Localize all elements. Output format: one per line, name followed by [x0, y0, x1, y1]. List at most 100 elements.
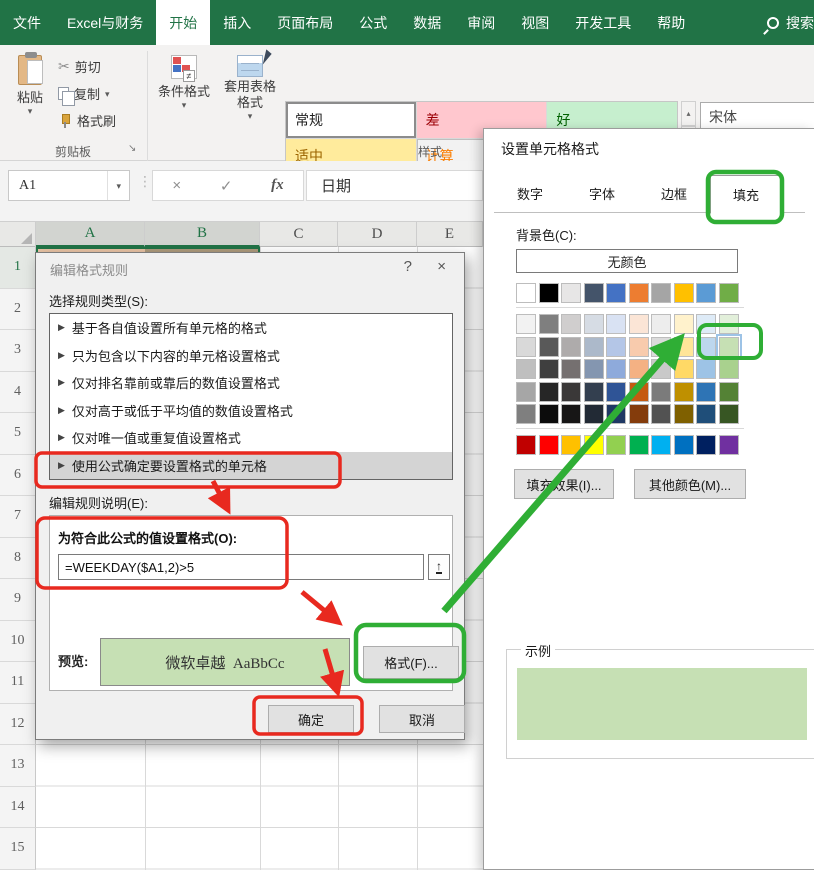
rule-type-item[interactable]: ▶仅对高于或低于平均值的数值设置格式 [50, 397, 452, 425]
color-swatch-548235[interactable] [719, 382, 739, 402]
ribbon-tab-文件[interactable]: 文件 [0, 0, 54, 45]
rule-type-item[interactable]: ▶只为包含以下内容的单元格设置格式 [50, 342, 452, 370]
row-header-11[interactable]: 11 [0, 662, 36, 704]
color-swatch-d9e2f3[interactable] [606, 314, 626, 334]
conditional-formatting-button[interactable]: ≠ 条件格式 ▾ [150, 55, 218, 108]
color-swatch-7f7f7f[interactable] [516, 404, 536, 424]
color-swatch-7b7b7b[interactable] [651, 382, 671, 402]
color-swatch-8eaadb[interactable] [606, 359, 626, 379]
column-header-D[interactable]: D [338, 222, 417, 247]
ribbon-tab-开始[interactable]: 开始 [156, 0, 210, 45]
ribbon-tab-开发工具[interactable]: 开发工具 [562, 0, 644, 45]
format-as-table-button[interactable]: 套用表格格式 ▾ [218, 55, 282, 119]
color-swatch-c6e0b4[interactable] [719, 337, 739, 357]
color-swatch-ed7d31[interactable] [629, 283, 649, 303]
name-box[interactable]: A1 ▾ [8, 170, 130, 201]
color-swatch-000000[interactable] [539, 283, 559, 303]
search-box[interactable]: 搜索 [767, 0, 814, 45]
paste-button[interactable]: 粘贴 ▾ [8, 55, 52, 114]
color-swatch-ffe599[interactable] [674, 337, 694, 357]
row-header-4[interactable]: 4 [0, 372, 36, 414]
formula-input[interactable]: 日期 [306, 170, 483, 201]
tab-字体[interactable]: 字体 [566, 175, 638, 212]
color-swatch-3f3f3f[interactable] [539, 359, 559, 379]
cancel-button[interactable]: 取消 [379, 705, 465, 733]
cut-button[interactable]: ✂ 剪切 [58, 57, 101, 76]
no-color-button[interactable]: 无颜色 [516, 249, 738, 273]
color-swatch-5b9bd5[interactable] [696, 283, 716, 303]
color-swatch-7030a0[interactable] [719, 435, 739, 455]
color-swatch-c55a11[interactable] [629, 382, 649, 402]
color-swatch-b4c6e7[interactable] [606, 337, 626, 357]
ribbon-tab-视图[interactable]: 视图 [508, 0, 562, 45]
color-swatch-525252[interactable] [651, 404, 671, 424]
row-header-15[interactable]: 15 [0, 828, 36, 870]
insert-function-icon[interactable]: fx [271, 177, 284, 194]
copy-button[interactable]: 复制 ▾ [58, 84, 110, 103]
cancel-entry-icon[interactable]: × [172, 177, 181, 194]
select-all-corner[interactable] [0, 222, 36, 247]
tab-边框[interactable]: 边框 [638, 175, 710, 212]
color-swatch-0070c0[interactable] [674, 435, 694, 455]
color-swatch-acb9ca[interactable] [584, 337, 604, 357]
color-swatch-1f4e79[interactable] [696, 404, 716, 424]
tab-填充[interactable]: 填充 [710, 175, 782, 214]
row-header-10[interactable]: 10 [0, 621, 36, 663]
color-swatch-333f4f[interactable] [584, 382, 604, 402]
color-swatch-deebf7[interactable] [696, 314, 716, 334]
ribbon-tab-数据[interactable]: 数据 [400, 0, 454, 45]
color-swatch-d6dce4[interactable] [584, 314, 604, 334]
color-swatch-70ad47[interactable] [719, 283, 739, 303]
format-painter-button[interactable]: 格式刷 [58, 111, 116, 130]
color-swatch-ff0000[interactable] [539, 435, 559, 455]
color-swatch-757070[interactable] [561, 359, 581, 379]
clipboard-dialog-launcher-icon[interactable]: ↘ [128, 143, 136, 154]
row-header-1[interactable]: 1 [0, 247, 36, 289]
rule-type-item[interactable]: ▶仅对唯一值或重复值设置格式 [50, 424, 452, 452]
color-swatch-2f5496[interactable] [606, 382, 626, 402]
color-swatch-00b0f0[interactable] [651, 435, 671, 455]
color-swatch-4472c4[interactable] [606, 283, 626, 303]
color-swatch-262626[interactable] [539, 382, 559, 402]
color-swatch-c00000[interactable] [516, 435, 536, 455]
color-swatch-375623[interactable] [719, 404, 739, 424]
row-header-9[interactable]: 9 [0, 579, 36, 621]
rule-type-item[interactable]: ▶使用公式确定要设置格式的单元格 [50, 452, 452, 480]
color-swatch-d9d9d9[interactable] [516, 337, 536, 357]
color-swatch-f4b183[interactable] [629, 359, 649, 379]
color-swatch-fbe5d6[interactable] [629, 314, 649, 334]
ribbon-tab-页面布局[interactable]: 页面布局 [264, 0, 346, 45]
ok-button[interactable]: 确定 [268, 705, 354, 733]
row-header-3[interactable]: 3 [0, 330, 36, 372]
ribbon-tab-公式[interactable]: 公式 [346, 0, 400, 45]
column-header-A[interactable]: A [36, 222, 145, 247]
row-header-12[interactable]: 12 [0, 704, 36, 746]
color-swatch-ffc000[interactable] [674, 283, 694, 303]
ribbon-tab-Excel与财务[interactable]: Excel与财务 [54, 0, 156, 45]
rule-type-item[interactable]: ▶基于各自值设置所有单元格的格式 [50, 314, 452, 342]
collapse-dialog-button[interactable]: ↑ [428, 554, 450, 580]
ribbon-tab-帮助[interactable]: 帮助 [644, 0, 698, 45]
column-header-C[interactable]: C [260, 222, 338, 247]
color-swatch-0c0c0c[interactable] [539, 404, 559, 424]
color-swatch-bf9000[interactable] [674, 382, 694, 402]
row-header-2[interactable]: 2 [0, 289, 36, 331]
color-swatch-ffffff[interactable] [516, 283, 536, 303]
color-swatch-bfbfbf[interactable] [516, 359, 536, 379]
row-header-14[interactable]: 14 [0, 787, 36, 829]
row-header-6[interactable]: 6 [0, 455, 36, 497]
color-swatch-ffff00[interactable] [584, 435, 604, 455]
column-header-B[interactable]: B [145, 222, 260, 247]
color-swatch-e7e6e6[interactable] [561, 283, 581, 303]
color-swatch-c9c9c9[interactable] [651, 359, 671, 379]
color-swatch-171616[interactable] [561, 404, 581, 424]
column-header-E[interactable]: E [417, 222, 483, 247]
color-swatch-222a35[interactable] [584, 404, 604, 424]
font-name-combobox[interactable]: 宋体 [700, 102, 814, 131]
color-swatch-595959[interactable] [539, 337, 559, 357]
help-icon[interactable]: ? [404, 258, 412, 275]
ribbon-tab-审阅[interactable]: 审阅 [454, 0, 508, 45]
color-swatch-8496b0[interactable] [584, 359, 604, 379]
color-swatch-fff2cc[interactable] [674, 314, 694, 334]
color-swatch-002060[interactable] [696, 435, 716, 455]
